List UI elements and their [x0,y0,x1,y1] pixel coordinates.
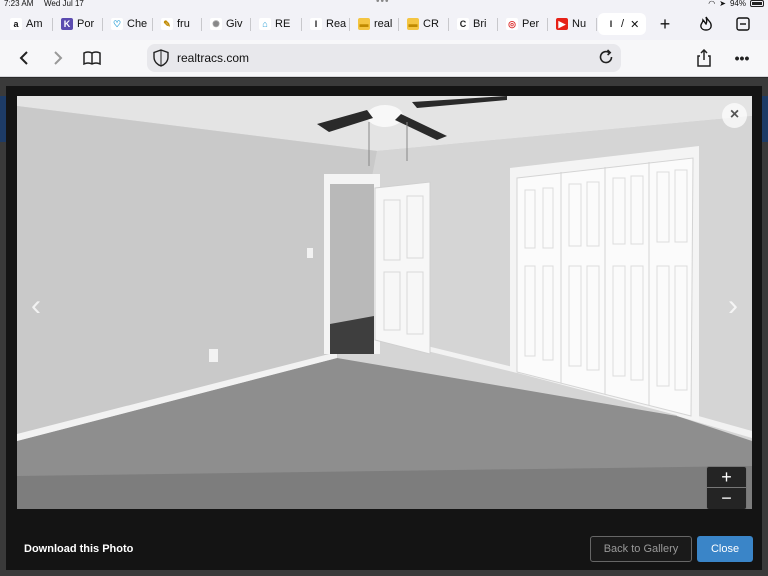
youtube-icon: ▶ [556,18,568,30]
tab-strip: a Am K Por ♡ Che ✎ fru ✺ Giv ⌂ RE I Rea ▬ real ▬ CR C Bri ◎ P… [0,9,768,40]
new-tab-icon[interactable]: + [652,13,678,35]
listing-photo: × ‹ › + − [17,96,752,509]
tab-label: Bri [473,18,487,30]
tab-4[interactable]: ✺ Giv [203,13,249,35]
status-right: ◠ ➤ 94% [708,0,764,8]
tab-11[interactable]: ▶ Nu [549,13,595,35]
lifebuoy-icon: ◎ [506,18,518,30]
tab-9[interactable]: C Bri [450,13,496,35]
status-bar: 7:23 AM Wed Jul 17 ••• ◠ ➤ 94% [0,0,768,9]
multitask-dots-icon[interactable]: ••• [376,0,390,7]
more-options-icon[interactable]: ••• [731,47,753,69]
tab-label: Por [77,18,95,30]
realtor-icon: ▬ [407,18,419,30]
tab-label: Giv [226,18,243,30]
tab-12[interactable]: I / ✕ [598,13,646,35]
address-bar[interactable]: realtracs.com [147,44,621,72]
flame-icon[interactable] [693,13,719,35]
heart-icon: ♡ [111,18,123,30]
tab-separator [398,18,399,31]
previous-photo-icon[interactable]: ‹ [25,286,47,326]
tab-label: / [621,18,625,30]
zoom-in-button[interactable]: + [707,467,746,488]
close-tab-icon[interactable]: ✕ [630,18,639,31]
tab-label: RE [275,18,291,30]
lightbox-footer: Download this Photo Back to Gallery Clos… [6,526,762,570]
tab-label: CR [423,18,439,30]
reload-icon[interactable] [597,48,615,71]
close-button[interactable]: Close [697,536,753,562]
tab-separator [301,18,302,31]
tab-10[interactable]: ◎ Per [499,13,545,35]
tab-8[interactable]: ▬ CR [400,13,446,35]
photo-lightbox: × ‹ › + − Download this Photo Back to Ga… [6,86,762,570]
sun-icon: ✺ [210,18,222,30]
tab-3[interactable]: ✎ fru [154,13,200,35]
battery-percent: 94% [729,0,746,8]
tab-label: Che [127,18,148,30]
tab-label: fru [177,18,190,30]
wifi-icon: ◠ [708,0,716,8]
url-text: realtracs.com [177,51,250,65]
tab-5[interactable]: ⌂ RE [252,13,298,35]
tab-1[interactable]: K Por [54,13,100,35]
battery-icon [750,0,764,7]
tab-separator [448,18,449,31]
forward-icon[interactable] [47,47,69,69]
back-icon[interactable] [13,47,35,69]
zoom-control: + − [706,466,747,509]
realtracs-icon: I [605,18,617,30]
tab-separator [349,18,350,31]
tab-overview-icon[interactable] [731,13,755,35]
portal-icon: K [61,18,73,30]
tab-separator [152,18,153,31]
tab-label: Rea [326,18,347,30]
tab-label: Per [522,18,540,30]
share-icon[interactable] [693,47,715,69]
tab-separator [497,18,498,31]
download-photo-link[interactable]: Download this Photo [24,543,133,555]
tab-2[interactable]: ♡ Che [104,13,150,35]
tab-separator [250,18,251,31]
realtracs-icon: I [310,18,322,30]
tab-label: Am [26,18,43,30]
amazon-icon: a [10,18,22,30]
tab-separator [201,18,202,31]
c-icon: C [457,18,469,30]
tab-label: Nu [572,18,587,30]
location-icon: ➤ [719,0,726,8]
shield-icon [153,49,169,72]
tab-0[interactable]: a Am [3,13,49,35]
zoom-out-button[interactable]: − [707,488,746,509]
house-icon: ⌂ [259,18,271,30]
pencil-icon: ✎ [161,18,173,30]
tab-separator [547,18,548,31]
back-to-gallery-button[interactable]: Back to Gallery [590,536,692,562]
tab-6[interactable]: I Rea [303,13,349,35]
tab-separator [102,18,103,31]
bookmarks-icon[interactable] [81,47,103,69]
status-time: 7:23 AM [4,0,34,8]
tab-label: real [374,18,393,30]
navigation-bar: realtracs.com ••• [0,40,768,77]
status-date: Wed Jul 17 [44,0,84,8]
tab-separator [52,18,53,31]
next-photo-icon[interactable]: › [722,286,744,326]
lightbox-close-icon[interactable]: × [722,103,747,128]
tab-separator [596,18,597,31]
realtor-icon: ▬ [358,18,370,30]
tab-7[interactable]: ▬ real [351,13,397,35]
